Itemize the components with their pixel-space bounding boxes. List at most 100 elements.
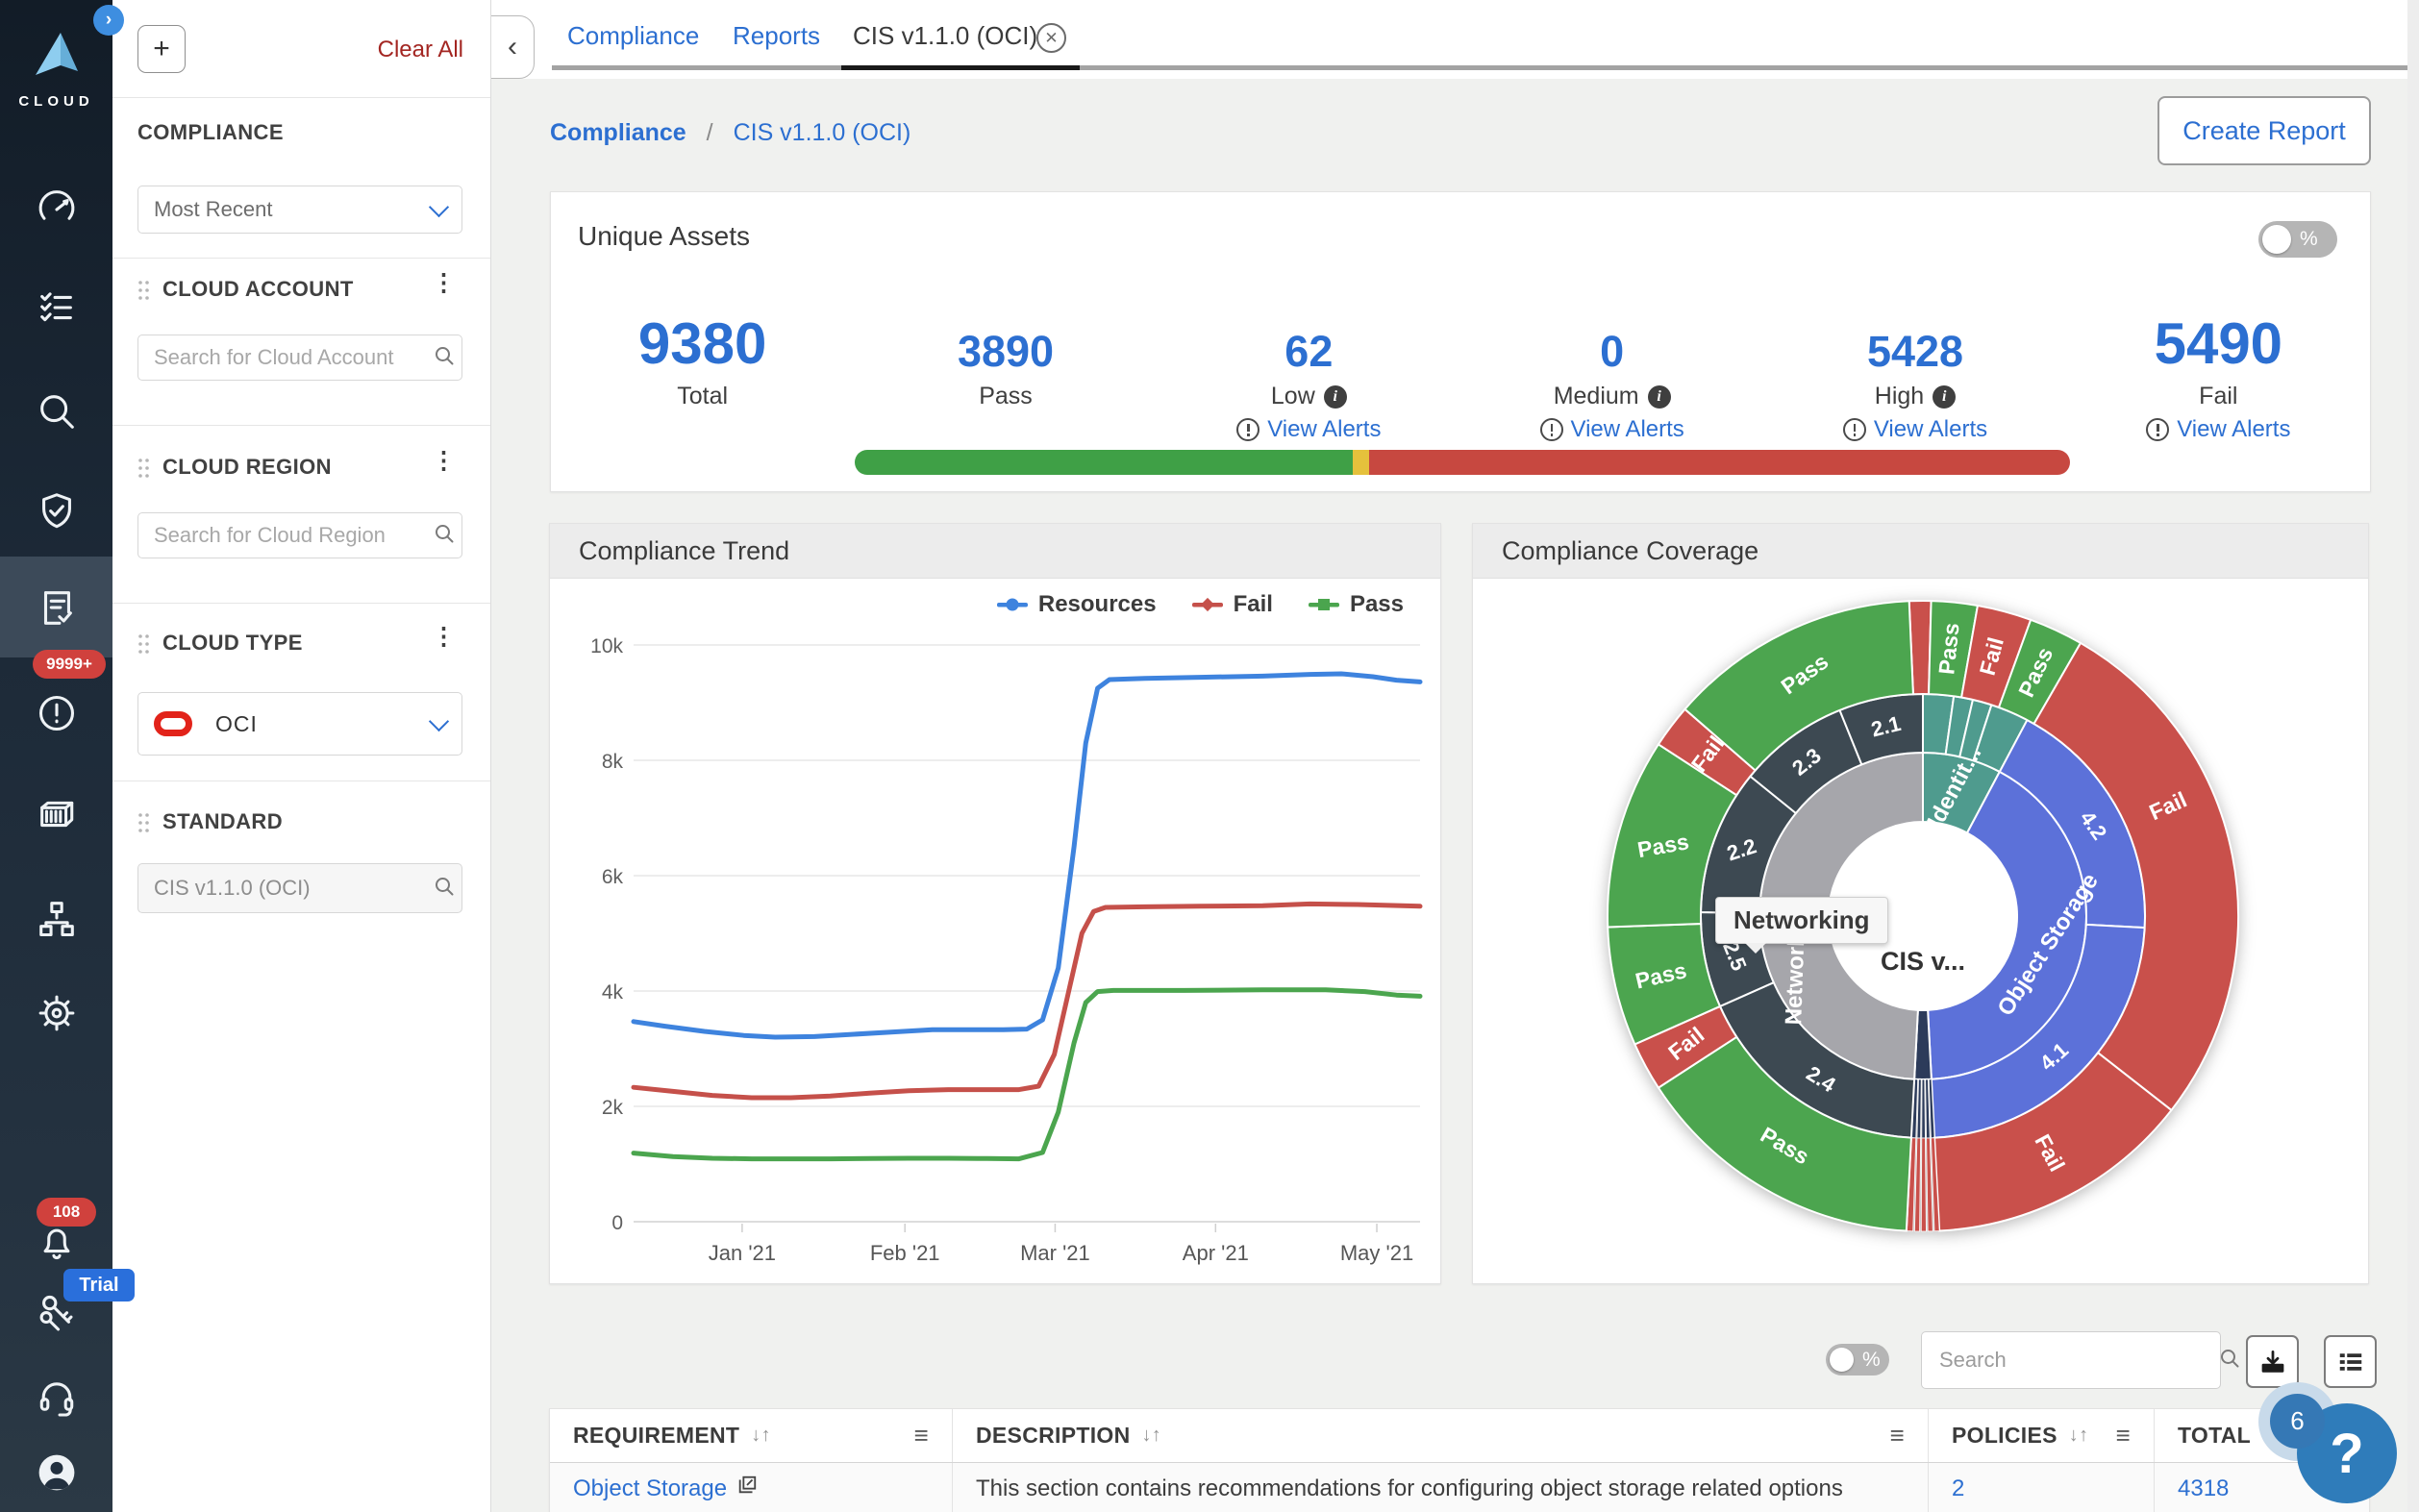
info-icon[interactable]: i [1933, 385, 1956, 409]
column-requirement[interactable]: REQUIREMENT↓↑≡ [550, 1409, 953, 1462]
cloud-account-menu-icon[interactable]: ⋮ [432, 273, 456, 292]
coverage-title: Compliance Coverage [1502, 536, 1758, 566]
tab-reports[interactable]: Reports [733, 21, 820, 51]
percent-toggle[interactable]: % [2258, 221, 2337, 258]
nav-settings-gear-icon[interactable] [0, 988, 112, 1038]
trend-card-header: Compliance Trend [550, 524, 1440, 579]
compliance-sort-select[interactable]: Most Recent [137, 186, 462, 234]
download-icon [2258, 1348, 2287, 1376]
chevron-down-icon [429, 710, 449, 731]
download-button[interactable] [2246, 1335, 2299, 1388]
scrollbar-track[interactable] [2407, 0, 2419, 1512]
search-icon [433, 522, 456, 550]
expand-nav-button[interactable]: › [93, 5, 124, 36]
stat-total-label: Total [677, 383, 728, 410]
alert-circle-icon [1236, 418, 1259, 441]
trend-line-chart[interactable]: 02k4k6k8k10kJan '21Feb '21Mar '21Apr '21… [550, 578, 1440, 1283]
svg-text:0: 0 [611, 1212, 623, 1234]
cloud-region-menu-icon[interactable]: ⋮ [432, 451, 456, 470]
nav-profile-avatar[interactable] [0, 1448, 112, 1498]
view-alerts-medium-link[interactable]: View Alerts [1540, 416, 1684, 443]
collapse-panel-button[interactable]: ‹ [490, 15, 535, 79]
stat-pass-value: 3890 [958, 288, 1054, 373]
cloud-region-search-input[interactable] [152, 522, 433, 549]
view-alerts-high-link[interactable]: View Alerts [1843, 416, 1987, 443]
oci-logo-icon [154, 711, 192, 736]
breadcrumb-parent[interactable]: Compliance [550, 119, 686, 146]
bar-fail-segment [1369, 450, 2070, 475]
svg-text:May '21: May '21 [1340, 1241, 1413, 1265]
table-search-input[interactable] [1937, 1347, 2218, 1374]
legend-item-fail[interactable]: Fail [1191, 591, 1273, 618]
clear-all-filters-link[interactable]: Clear All [378, 37, 463, 63]
svg-text:Jan '21: Jan '21 [709, 1241, 776, 1265]
stat-total-value: 9380 [638, 288, 766, 373]
drag-handle-icon[interactable] [137, 458, 150, 479]
legend-item-resources[interactable]: Resources [996, 591, 1157, 618]
nav-containers-icon[interactable] [0, 790, 112, 840]
table-columns-button[interactable] [2324, 1335, 2377, 1388]
filter-section-cloud-type-label: CLOUD TYPE [162, 631, 303, 656]
breadcrumb: Compliance / CIS v1.1.0 (OCI) [550, 119, 910, 147]
view-alerts-fail-link[interactable]: View Alerts [2146, 416, 2290, 443]
column-description[interactable]: DESCRIPTION↓↑≡ [953, 1409, 1929, 1462]
svg-text:6k: 6k [602, 866, 624, 888]
column-menu-icon[interactable]: ≡ [914, 1421, 929, 1450]
nav-compliance-clipboard-icon[interactable] [0, 583, 112, 633]
nav-checklist-icon[interactable] [0, 283, 112, 333]
stat-low-value: 62 [1284, 288, 1333, 373]
nav-alerts-icon[interactable] [0, 688, 112, 738]
column-policies[interactable]: POLICIES↓↑≡ [1929, 1409, 2155, 1462]
breadcrumb-separator: / [707, 119, 713, 146]
percent-label: % [2300, 228, 2318, 251]
nav-dashboard-gauge-icon[interactable] [0, 185, 112, 235]
add-filter-button[interactable]: + [137, 25, 186, 73]
coverage-card-header: Compliance Coverage [1473, 524, 2368, 579]
sort-icon[interactable]: ↓↑ [751, 1425, 771, 1447]
table-row: Object StorageThis section contains reco… [550, 1463, 2369, 1512]
nav-support-headset-icon[interactable] [0, 1373, 112, 1423]
nav-search-icon[interactable] [0, 386, 112, 436]
table-body: Object StorageThis section contains reco… [550, 1463, 2369, 1512]
total-count-link[interactable]: 4318 [2178, 1475, 2229, 1502]
drag-handle-icon[interactable] [137, 812, 150, 833]
column-menu-icon[interactable]: ≡ [2116, 1421, 2131, 1450]
nav-shield-check-icon[interactable] [0, 486, 112, 536]
policies-count-link[interactable]: 2 [1952, 1475, 1964, 1502]
filter-section-cloud-account-label: CLOUD ACCOUNT [162, 277, 354, 302]
info-icon[interactable]: i [1648, 385, 1671, 409]
stat-medium-label: Medium [1554, 383, 1639, 410]
stat-low-label: Low [1271, 383, 1315, 410]
stat-medium: 0 Mediumi View Alerts [1460, 288, 1763, 443]
standard-filter [137, 863, 462, 913]
brand-logo[interactable]: CLOUD [0, 27, 112, 110]
requirement-link[interactable]: Object Storage [573, 1475, 727, 1502]
trial-badge: Trial [63, 1269, 135, 1301]
brand-logo-text: CLOUD [0, 93, 112, 110]
column-menu-icon[interactable]: ≡ [1890, 1421, 1905, 1450]
drag-handle-icon[interactable] [137, 280, 150, 301]
filter-section-compliance-label: COMPLIANCE [137, 120, 284, 145]
sort-icon[interactable]: ↓↑ [2069, 1425, 2089, 1447]
sort-icon[interactable]: ↓↑ [1141, 1425, 1161, 1447]
standard-filter-input[interactable] [152, 875, 433, 902]
table-percent-toggle[interactable]: % [1826, 1344, 1889, 1376]
cloud-account-search-input[interactable] [152, 344, 433, 371]
legend-item-pass[interactable]: Pass [1308, 591, 1404, 618]
alert-circle-icon [1843, 418, 1866, 441]
stat-fail-value: 5490 [2155, 288, 2282, 373]
create-report-button[interactable]: Create Report [2157, 96, 2371, 165]
external-link-icon[interactable] [727, 1475, 758, 1502]
coverage-sunburst-chart[interactable]: Identit...Object StorageNetworking4.24.1… [1473, 578, 2368, 1283]
drag-handle-icon[interactable] [137, 633, 150, 655]
compliance-trend-card: Compliance Trend Resources Fail Pass 02k4k… [549, 523, 1441, 1284]
info-icon[interactable]: i [1324, 385, 1347, 409]
view-alerts-low-link[interactable]: View Alerts [1236, 416, 1381, 443]
nav-network-icon[interactable] [0, 894, 112, 944]
tab-compliance[interactable]: Compliance [567, 21, 699, 51]
stat-low: 62 Lowi View Alerts [1158, 288, 1460, 443]
cloud-type-menu-icon[interactable]: ⋮ [432, 627, 456, 646]
tab-cis-oci-active[interactable]: CIS v1.1.0 (OCI) [853, 21, 1037, 51]
close-tab-icon[interactable]: ✕ [1036, 23, 1066, 53]
cloud-type-select[interactable]: OCI [137, 692, 462, 756]
